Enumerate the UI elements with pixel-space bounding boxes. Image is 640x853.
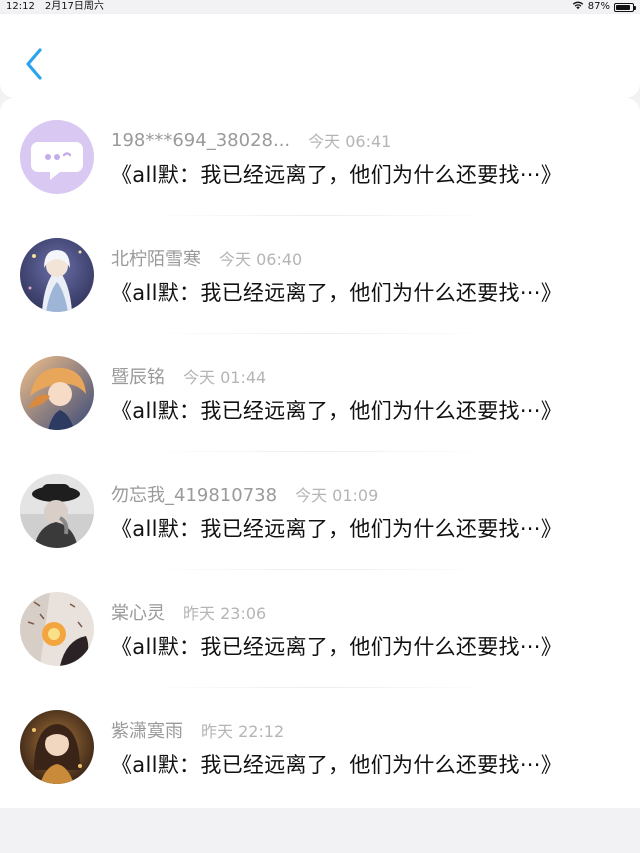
list-item[interactable]: 北柠陌雪寒 今天 06:40 《all默：我已经远离了，他们为什么还要找···》 (0, 216, 640, 334)
photo-girl-black-hat (20, 474, 94, 548)
timestamp: 昨天 23:06 (183, 604, 267, 623)
wifi-icon (572, 0, 584, 15)
list-item[interactable]: 暨辰铭 今天 01:44 《all默：我已经远离了，他们为什么还要找···》 (0, 334, 640, 452)
book-title[interactable]: 《all默：我已经远离了，他们为什么还要找···》 (111, 749, 562, 779)
item-meta: 勿忘我_419810738 今天 01:09 (111, 481, 379, 507)
header-bar (0, 14, 640, 98)
avatar[interactable] (20, 592, 94, 666)
item-meta: 北柠陌雪寒 今天 06:40 (111, 245, 303, 271)
anime-girl-blonde (20, 356, 94, 430)
item-meta: 棠心灵 昨天 23:06 (111, 599, 267, 625)
username[interactable]: 暨辰铭 (111, 363, 165, 389)
list-item[interactable]: 勿忘我_419810738 今天 01:09 《all默：我已经远离了，他们为什… (0, 452, 640, 570)
username[interactable]: 勿忘我_419810738 (111, 481, 277, 507)
avatar[interactable] (20, 120, 94, 194)
username[interactable]: 198***694_38028... (111, 130, 290, 151)
comment-list: 198***694_38028... 今天 06:41 《all默：我已经远离了… (0, 98, 640, 808)
item-meta: 紫潇寞雨 昨天 22:12 (111, 717, 285, 743)
status-bar: 12:12 2月17日周六 87% (0, 0, 640, 14)
book-title[interactable]: 《all默：我已经远离了，他们为什么还要找···》 (111, 513, 562, 543)
username[interactable]: 紫潇寞雨 (111, 717, 183, 743)
anime-girl-dark-hair (20, 710, 94, 784)
status-date: 2月17日周六 (44, 1, 104, 12)
item-meta: 暨辰铭 今天 01:44 (111, 363, 267, 389)
photo-hand-candle (20, 592, 94, 666)
timestamp: 昨天 22:12 (201, 722, 285, 741)
back-button[interactable] (20, 44, 48, 84)
list-item[interactable]: 棠心灵 昨天 23:06 《all默：我已经远离了，他们为什么还要找···》 (0, 570, 640, 688)
avatar[interactable] (20, 356, 94, 430)
username[interactable]: 棠心灵 (111, 599, 165, 625)
list-item[interactable]: 198***694_38028... 今天 06:41 《all默：我已经远离了… (0, 98, 640, 216)
status-time: 12:12 (6, 1, 35, 12)
timestamp: 今天 01:44 (183, 368, 267, 387)
chat-bubble-icon (20, 120, 94, 194)
username[interactable]: 北柠陌雪寒 (111, 245, 201, 271)
book-title[interactable]: 《all默：我已经远离了，他们为什么还要找···》 (111, 395, 562, 425)
chevron-left-icon (26, 48, 42, 80)
list-item[interactable]: 紫潇寞雨 昨天 22:12 《all默：我已经远离了，他们为什么还要找···》 (0, 688, 640, 806)
timestamp: 今天 01:09 (295, 486, 379, 505)
avatar[interactable] (20, 710, 94, 784)
timestamp: 今天 06:41 (308, 132, 392, 151)
anime-girl-white-hair (20, 238, 94, 312)
battery-percent: 87% (587, 1, 610, 12)
battery-icon (614, 2, 636, 12)
avatar[interactable] (20, 238, 94, 312)
status-left: 12:12 2月17日周六 (6, 0, 104, 14)
battery-fill (616, 4, 630, 10)
status-right: 87% (572, 0, 636, 15)
book-title[interactable]: 《all默：我已经远离了，他们为什么还要找···》 (111, 631, 562, 661)
item-meta: 198***694_38028... 今天 06:41 (111, 129, 392, 152)
avatar[interactable] (20, 474, 94, 548)
timestamp: 今天 06:40 (219, 250, 303, 269)
book-title[interactable]: 《all默：我已经远离了，他们为什么还要找···》 (111, 277, 562, 307)
book-title[interactable]: 《all默：我已经远离了，他们为什么还要找···》 (111, 159, 562, 189)
